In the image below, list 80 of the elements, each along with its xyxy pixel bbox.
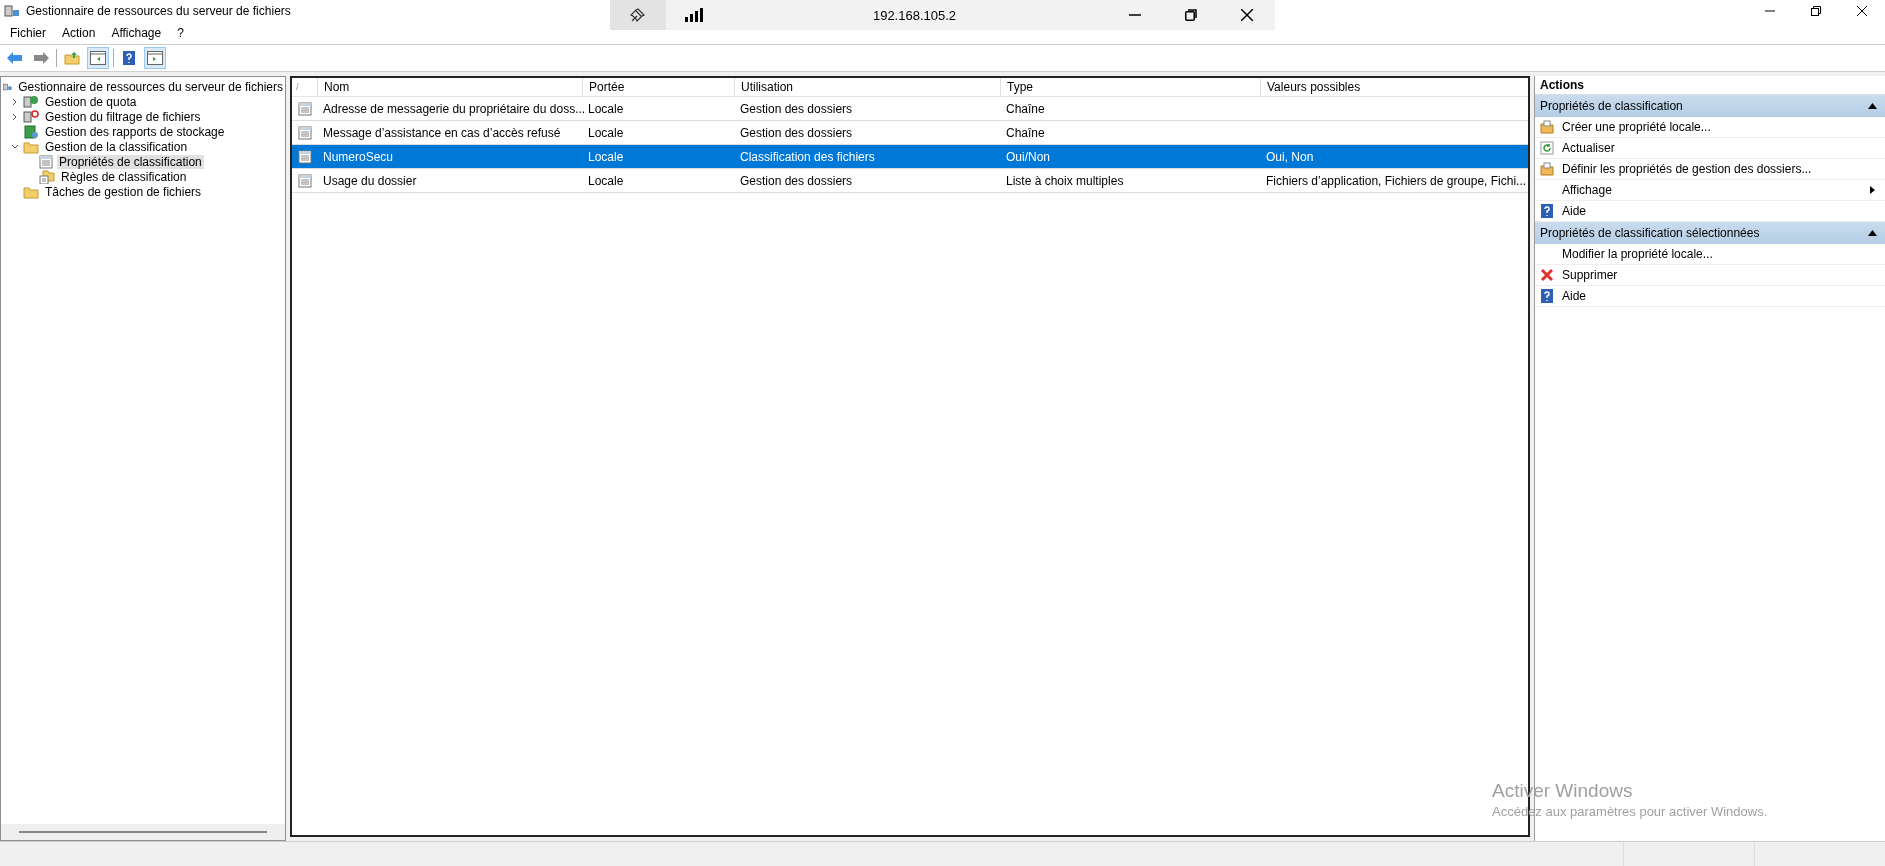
task-link[interactable]: Créer une propriété locale...	[1535, 117, 1885, 138]
property-icon	[297, 125, 312, 140]
folder-stack-icon	[1540, 162, 1554, 176]
property-icon	[297, 101, 312, 116]
table-cell: Locale	[588, 101, 624, 116]
sort-indicator: /	[295, 81, 300, 94]
list-document-icon	[39, 154, 53, 169]
show-tree-button[interactable]	[87, 47, 109, 69]
task-link[interactable]: Supprimer	[1535, 265, 1885, 286]
folder-icon	[23, 184, 39, 199]
section-header[interactable]: Propriétés de classification	[1535, 95, 1885, 117]
column-header[interactable]: Valeurs possibles	[1260, 78, 1528, 96]
tree-item[interactable]: Gestion de la classification	[43, 139, 190, 154]
restore-icon	[1811, 6, 1821, 16]
table-cell: Chaîne	[1006, 101, 1045, 116]
help-icon	[1540, 289, 1554, 303]
task-link[interactable]: Actualiser	[1535, 138, 1885, 159]
table-cell: Usage du dossier	[323, 173, 417, 188]
delete-x-icon	[1540, 268, 1554, 282]
table-cell: Adresse de messagerie du propriétaire du doss...	[323, 101, 586, 116]
column-header[interactable]: Nom	[317, 78, 582, 96]
table-cell: Classification des fichiers	[740, 149, 875, 164]
collapse-triangle-icon[interactable]	[1868, 230, 1877, 236]
pin-icon[interactable]	[630, 7, 646, 23]
server-blocked-icon	[23, 109, 39, 124]
table-cell: Gestion des dossiers	[740, 173, 853, 188]
column-header[interactable]: Utilisation	[734, 78, 1000, 96]
submenu-arrow-icon	[1870, 186, 1875, 194]
table-cell: Locale	[588, 125, 624, 140]
restore-icon[interactable]	[1185, 9, 1197, 21]
window-title: Gestionnaire de ressources du serveur de fichiers	[26, 4, 291, 18]
table-cell: Locale	[588, 173, 624, 188]
task-link[interactable]: Affichage	[1535, 180, 1885, 201]
refresh-icon	[1540, 141, 1554, 155]
menu-item[interactable]: Fichier	[2, 24, 54, 42]
column-header[interactable]: Portée	[582, 78, 734, 96]
tree-item[interactable]: Gestionnaire de ressources du serveur de fichiers	[16, 79, 285, 94]
tree-item[interactable]: Tâches de gestion de fichiers	[43, 184, 204, 199]
task-link[interactable]: Définir les propriétés de gestion des dossiers...	[1535, 159, 1885, 180]
signal-bars-icon	[685, 8, 703, 22]
section-header[interactable]: Propriétés de classification sélectionnées	[1535, 222, 1885, 244]
table-cell: Oui/Non	[1006, 149, 1051, 164]
task-link[interactable]: Aide	[1535, 286, 1885, 307]
tree-item[interactable]: Gestion du filtrage de fichiers	[43, 109, 203, 124]
chevron-down-icon[interactable]	[11, 142, 19, 151]
folder-stack-icon	[1540, 120, 1554, 134]
close-icon	[1857, 6, 1867, 16]
property-icon	[297, 173, 312, 188]
table-cell: Gestion des dossiers	[740, 101, 853, 116]
task-link[interactable]: Modifier la propriété locale...	[1535, 244, 1885, 265]
menu-item[interactable]: Affichage	[103, 24, 170, 42]
menu-item[interactable]: Action	[54, 24, 104, 42]
tree-item[interactable]: Gestion de quota	[43, 94, 139, 109]
scrollbar-thumb[interactable]	[19, 831, 267, 833]
folder-icon	[23, 139, 39, 154]
collapse-triangle-icon[interactable]	[1868, 103, 1877, 109]
table-cell: Locale	[588, 149, 624, 164]
rules-folder-icon	[39, 169, 55, 184]
server-icon	[4, 4, 20, 18]
help-icon	[123, 51, 135, 65]
table-row[interactable]: NumeroSecu Locale Classification des fichiers Oui/Non Oui, Non	[292, 145, 1528, 169]
show-actions-button[interactable]	[144, 47, 166, 69]
table-cell: NumeroSecu	[323, 149, 394, 164]
report-book-icon	[23, 124, 39, 139]
tree-item[interactable]: Règles de classification	[59, 169, 189, 184]
tree-item[interactable]: Gestion des rapports de stockage	[43, 124, 227, 139]
table-cell: Gestion des dossiers	[740, 125, 853, 140]
server-disk-icon	[23, 94, 39, 109]
table-cell: Message d’assistance en cas d’accès refusé	[323, 125, 561, 140]
table-cell: Chaîne	[1006, 125, 1045, 140]
help-icon	[1540, 204, 1554, 218]
table-cell: Fichiers d’application, Fichiers de groupe, Fichi...	[1266, 173, 1527, 188]
menu-item[interactable]: ?	[169, 24, 192, 42]
tree-item[interactable]: Propriétés de classification	[57, 154, 204, 169]
remote-address: 192.168.105.2	[871, 7, 958, 23]
column-header[interactable]: Type	[1000, 78, 1260, 96]
table-cell: Liste à choix multiples	[1006, 173, 1124, 188]
property-icon	[297, 149, 312, 164]
close-icon[interactable]	[1241, 9, 1253, 21]
table-cell: Oui, Non	[1266, 149, 1314, 164]
